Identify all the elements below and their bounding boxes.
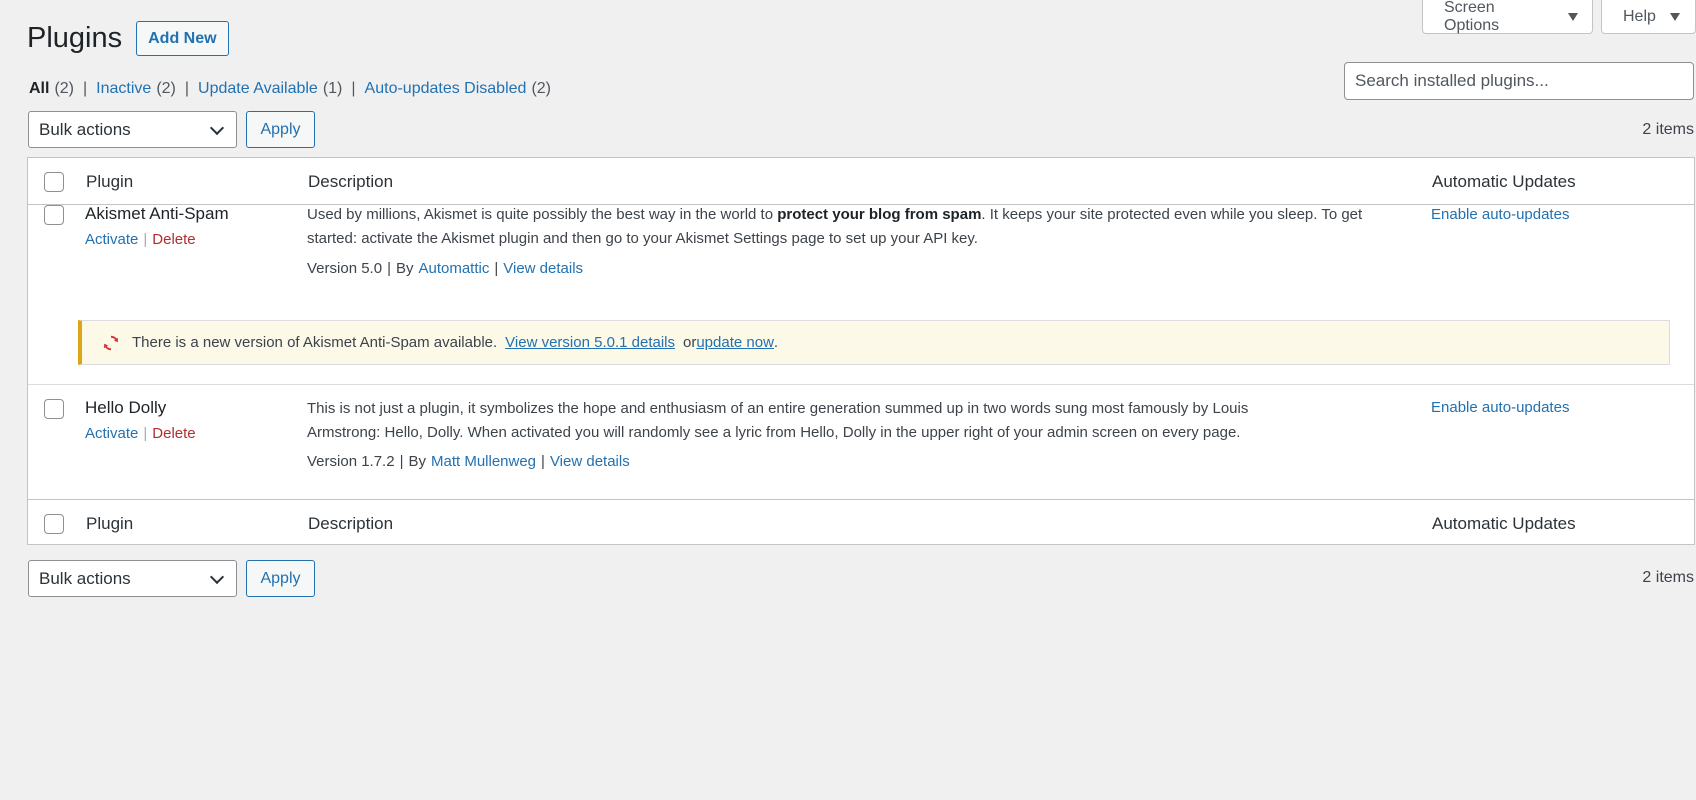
plugin-meta: Version 5.0 | By Automattic | View detai… bbox=[307, 260, 583, 277]
row-actions: Activate | Delete bbox=[85, 425, 196, 442]
activate-link[interactable]: Activate bbox=[85, 425, 138, 442]
separator: | bbox=[184, 80, 190, 97]
plugin-version: Version 1.7.2 bbox=[307, 453, 395, 470]
table-row: Hello Dolly Activate | Delete This is no… bbox=[28, 384, 1694, 500]
tablenav-top: Bulk actions Apply bbox=[28, 111, 315, 148]
by-label: By bbox=[395, 260, 414, 277]
page-title: Plugins bbox=[27, 22, 123, 54]
apply-button[interactable]: Apply bbox=[246, 111, 315, 148]
by-label: By bbox=[408, 453, 426, 470]
filter-count: (2) bbox=[54, 80, 75, 97]
column-plugin[interactable]: Plugin bbox=[86, 172, 133, 192]
notice-end: . bbox=[773, 334, 779, 351]
author-link[interactable]: Automattic bbox=[418, 260, 489, 277]
apply-button[interactable]: Apply bbox=[246, 560, 315, 597]
separator: | bbox=[494, 260, 499, 277]
update-icon bbox=[103, 335, 119, 350]
filter-auto-updates-disabled[interactable]: Auto-updates Disabled (2) bbox=[365, 80, 551, 98]
column-description: Description bbox=[308, 172, 394, 191]
items-count: 2 items bbox=[1642, 569, 1694, 586]
view-version-details-link[interactable]: View version 5.0.1 details bbox=[505, 334, 675, 351]
screen-options-button[interactable]: Screen Options bbox=[1422, 0, 1593, 34]
table-header: Plugin Description Automatic Updates bbox=[28, 158, 1694, 205]
caret-down-icon bbox=[1669, 12, 1680, 21]
column-plugin[interactable]: Plugin bbox=[86, 514, 133, 534]
plugin-description: This is not just a plugin, it symbolizes… bbox=[307, 400, 1249, 441]
column-automatic-updates: Automatic Updates bbox=[1432, 172, 1576, 191]
update-notice: There is a new version of Akismet Anti-S… bbox=[78, 320, 1670, 365]
help-label: Help bbox=[1623, 7, 1656, 25]
update-now-link[interactable]: update now bbox=[696, 334, 774, 351]
page-header: Plugins Add New bbox=[27, 21, 229, 56]
bulk-actions-value: Bulk actions bbox=[39, 568, 131, 588]
select-all-checkbox[interactable] bbox=[44, 514, 64, 534]
separator: | bbox=[399, 453, 404, 470]
row-actions: Activate | Delete bbox=[85, 231, 196, 248]
filter-label[interactable]: Auto-updates Disabled bbox=[365, 80, 527, 98]
row-checkbox[interactable] bbox=[44, 205, 64, 225]
chevron-down-icon bbox=[209, 569, 225, 584]
row-checkbox[interactable] bbox=[44, 399, 64, 419]
screen-options-label: Screen Options bbox=[1444, 0, 1500, 34]
activate-link[interactable]: Activate bbox=[85, 231, 138, 248]
help-button[interactable]: Help bbox=[1601, 0, 1696, 34]
filter-label: All bbox=[29, 80, 50, 97]
delete-link[interactable]: Delete bbox=[152, 425, 195, 442]
notice-text: There is a new version of Akismet Anti-S… bbox=[132, 334, 498, 351]
view-details-link[interactable]: View details bbox=[550, 453, 630, 470]
plugin-description: Used by millions, Akismet is quite possi… bbox=[307, 203, 1407, 251]
separator: | bbox=[143, 231, 148, 248]
description-text: Used by millions, Akismet is quite possi… bbox=[307, 206, 778, 223]
plugins-table: Plugin Description Automatic Updates Aki… bbox=[27, 157, 1695, 545]
table-footer: Plugin Description Automatic Updates bbox=[28, 499, 1694, 546]
plugin-name: Hello Dolly bbox=[85, 398, 167, 417]
select-all-checkbox[interactable] bbox=[44, 172, 64, 192]
plugin-version: Version 5.0 bbox=[307, 260, 383, 277]
search-input[interactable]: Search installed plugins... bbox=[1344, 62, 1694, 100]
separator: | bbox=[351, 80, 356, 97]
status-filters: All (2) | Inactive (2) | Update Availabl… bbox=[29, 80, 551, 98]
filter-inactive[interactable]: Inactive (2) bbox=[96, 80, 176, 98]
separator: | bbox=[143, 425, 148, 442]
plugin-meta: Version 1.7.2 | By Matt Mullenweg | View… bbox=[307, 453, 630, 470]
screen-meta-links: Screen Options Help bbox=[1422, 0, 1696, 34]
separator: | bbox=[387, 260, 391, 277]
column-automatic-updates: Automatic Updates bbox=[1432, 514, 1576, 533]
filter-label[interactable]: Update Available bbox=[198, 80, 318, 98]
update-now-wrap: update now. bbox=[696, 334, 778, 351]
plugin-name: Akismet Anti-Spam bbox=[85, 204, 229, 223]
enable-auto-updates-link[interactable]: Enable auto-updates bbox=[1431, 399, 1569, 416]
bulk-actions-value: Bulk actions bbox=[39, 119, 131, 139]
add-new-button[interactable]: Add New bbox=[136, 21, 229, 56]
search-placeholder: Search installed plugins... bbox=[1355, 71, 1549, 90]
bulk-actions-select[interactable]: Bulk actions bbox=[28, 560, 237, 597]
filter-label[interactable]: Inactive bbox=[96, 80, 151, 98]
delete-link[interactable]: Delete bbox=[152, 231, 195, 248]
filter-count: (2) bbox=[531, 80, 551, 97]
notice-or: or bbox=[683, 334, 697, 351]
items-count: 2 items bbox=[1642, 121, 1694, 138]
bulk-actions-select[interactable]: Bulk actions bbox=[28, 111, 237, 148]
enable-auto-updates-link[interactable]: Enable auto-updates bbox=[1431, 206, 1569, 223]
separator: | bbox=[83, 80, 88, 97]
view-details-link[interactable]: View details bbox=[503, 260, 583, 277]
author-link[interactable]: Matt Mullenweg bbox=[431, 453, 536, 470]
filter-count: (1) bbox=[322, 80, 343, 97]
filter-count: (2) bbox=[156, 80, 176, 97]
separator: | bbox=[541, 453, 545, 470]
tablenav-bottom: Bulk actions Apply bbox=[28, 560, 315, 597]
filter-update-available[interactable]: Update Available (1) bbox=[198, 80, 342, 98]
description-bold: protect your blog from spam bbox=[777, 206, 982, 223]
caret-down-icon bbox=[1568, 12, 1578, 21]
filter-all[interactable]: All (2) bbox=[29, 80, 74, 98]
chevron-down-icon bbox=[209, 120, 225, 135]
column-description: Description bbox=[308, 514, 394, 533]
